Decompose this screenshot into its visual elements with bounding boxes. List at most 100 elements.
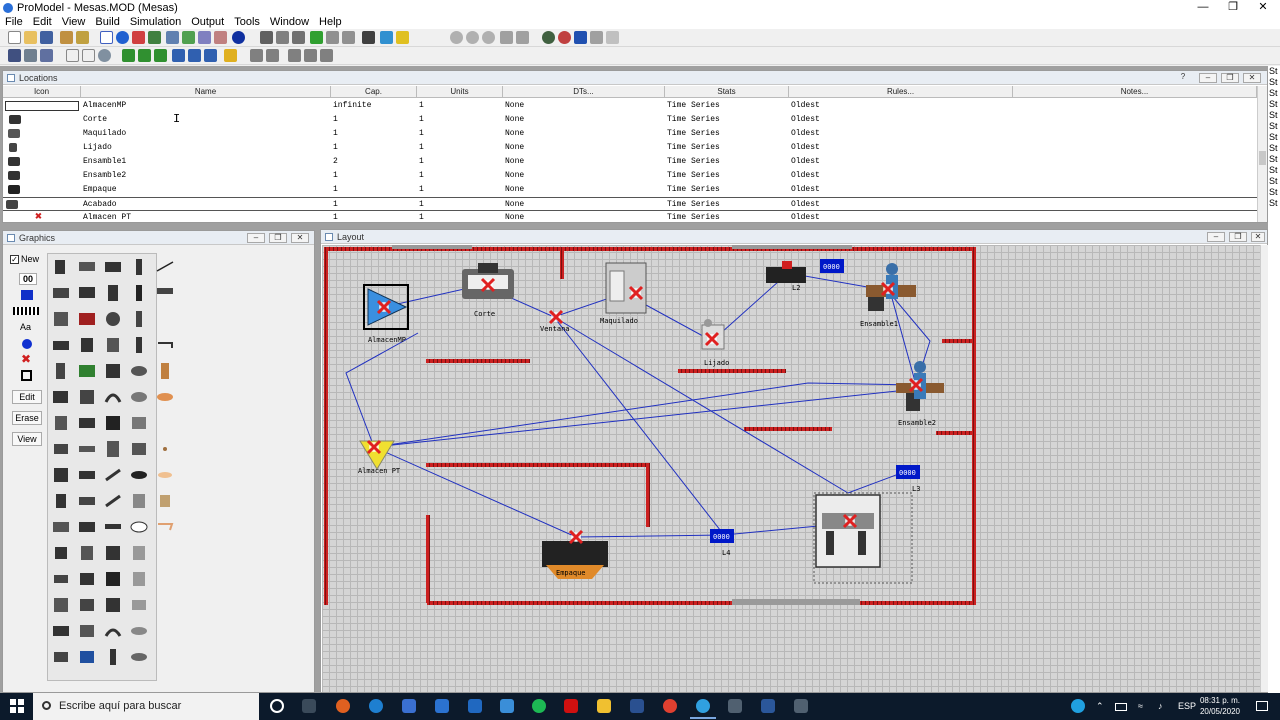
layout-minimize-button[interactable]: – xyxy=(1207,232,1225,242)
volume-icon[interactable]: ♪ xyxy=(1158,701,1163,711)
col-icon[interactable]: Icon xyxy=(3,86,81,98)
cell-name[interactable]: Ensamble1 xyxy=(83,155,126,169)
cell-stats[interactable]: Time Series xyxy=(667,198,720,212)
layout-scrollbar[interactable] xyxy=(1260,245,1268,692)
cell-rules[interactable]: Oldest xyxy=(791,198,820,212)
battery-icon[interactable] xyxy=(1115,703,1127,711)
cell-stats[interactable]: Time Series xyxy=(667,211,720,222)
col-notes[interactable]: Notes... xyxy=(1013,86,1257,98)
stop-icon[interactable] xyxy=(342,31,355,44)
table-row[interactable]: Empaque 1 1 None Time Series Oldest xyxy=(3,183,1257,197)
ventana-entity-spot[interactable] xyxy=(548,309,564,325)
cell-units[interactable]: 1 xyxy=(419,155,424,169)
cell-units[interactable]: 1 xyxy=(419,169,424,183)
table-row[interactable]: Ensamble2 1 1 None Time Series Oldest xyxy=(3,169,1257,183)
table-row[interactable]: Lijado 1 1 None Time Series Oldest xyxy=(3,141,1257,155)
cell-dts[interactable]: None xyxy=(505,127,524,141)
word-icon[interactable] xyxy=(761,699,775,713)
merge-icon[interactable] xyxy=(60,31,73,44)
door-gap-top[interactable] xyxy=(392,245,472,249)
close-button[interactable]: ✕ xyxy=(1248,0,1278,15)
cell-stats[interactable]: Time Series xyxy=(667,127,720,141)
notification-center-icon[interactable] xyxy=(1256,701,1268,711)
wall-partition[interactable] xyxy=(744,427,832,431)
row-icon-cell[interactable] xyxy=(5,101,79,111)
run-icon[interactable] xyxy=(310,31,323,44)
cell-stats[interactable]: Time Series xyxy=(667,113,720,127)
cell-units[interactable]: 1 xyxy=(419,211,424,222)
col-cap[interactable]: Cap. xyxy=(331,86,417,98)
path-networks-icon[interactable] xyxy=(132,31,145,44)
taskbar-search-box[interactable]: Escribe aquí para buscar xyxy=(33,693,259,720)
menu-view[interactable]: View xyxy=(57,15,91,29)
locations-restore-button[interactable]: ❐ xyxy=(1221,73,1239,83)
cell-cap[interactable]: 1 xyxy=(333,113,338,127)
mail-icon[interactable] xyxy=(500,699,514,713)
layout-canvas[interactable]: AlmacenMP Corte Ventana Maquilado Lijado… xyxy=(322,245,1260,692)
cell-rules[interactable]: Oldest xyxy=(791,183,820,197)
edge-icon[interactable] xyxy=(369,699,383,713)
store-icon[interactable] xyxy=(402,699,416,713)
view-icon[interactable] xyxy=(66,49,79,62)
wifi-icon[interactable]: ≈ xyxy=(1138,701,1143,711)
text-tool-icon[interactable]: Aa xyxy=(20,322,31,332)
attributes-icon[interactable] xyxy=(198,31,211,44)
cell-dts[interactable]: None xyxy=(505,211,524,222)
wall-bottom[interactable] xyxy=(427,601,976,605)
view-button[interactable]: View xyxy=(12,432,42,446)
cell-name[interactable]: Maquilado xyxy=(83,127,126,141)
resources-icon[interactable] xyxy=(148,31,161,44)
cell-dts[interactable]: None xyxy=(505,169,524,183)
path-segment[interactable] xyxy=(373,446,851,538)
printer-icon[interactable] xyxy=(606,31,619,44)
system-clock[interactable]: 08:31 p. m. 20/05/2020 xyxy=(1194,695,1246,717)
l2-counter[interactable]: 0000 xyxy=(820,259,844,273)
bring-front-icon[interactable] xyxy=(288,49,301,62)
menu-simulation[interactable]: Simulation xyxy=(125,15,186,29)
cell-name[interactable]: Lijado xyxy=(83,141,112,155)
stat-fit-taskbar-icon[interactable] xyxy=(728,699,742,713)
minimize-button[interactable]: — xyxy=(1188,0,1218,15)
col-stats[interactable]: Stats xyxy=(665,86,789,98)
align-center-icon[interactable] xyxy=(138,49,151,62)
trace-icon[interactable] xyxy=(558,31,571,44)
graphics-restore-button[interactable]: ❐ xyxy=(269,233,287,243)
group-icon[interactable] xyxy=(250,49,263,62)
wall-partition[interactable] xyxy=(426,463,650,467)
region-tool-icon[interactable] xyxy=(21,370,32,381)
cell-name[interactable]: Empaque xyxy=(83,183,117,197)
cell-units[interactable]: 1 xyxy=(419,198,424,212)
col-units[interactable]: Units xyxy=(417,86,503,98)
lock-icon[interactable] xyxy=(224,49,237,62)
graphics-close-button[interactable]: ✕ xyxy=(291,233,309,243)
layout-close-button[interactable]: ✕ xyxy=(1251,232,1265,242)
stat-fit-icon[interactable] xyxy=(396,31,409,44)
grid-icon[interactable] xyxy=(8,49,21,62)
cell-cap[interactable]: infinite xyxy=(333,99,371,113)
model-package-icon[interactable] xyxy=(76,31,89,44)
layout-settings-icon[interactable] xyxy=(40,49,53,62)
door-gap[interactable] xyxy=(732,599,860,605)
layout-title-bar[interactable]: Layout – ❐ ✕ xyxy=(321,230,1267,244)
cell-dts[interactable]: None xyxy=(505,198,524,212)
dropbox-icon[interactable] xyxy=(435,699,449,713)
menu-file[interactable]: File xyxy=(0,15,28,29)
table-row[interactable]: Corte 1 1 None Time Series Oldest I xyxy=(3,113,1257,127)
locations-title-bar[interactable]: Locations ? – ❐ ✕ xyxy=(3,71,1267,85)
locations-minimize-button[interactable]: – xyxy=(1199,73,1217,83)
wall-partition[interactable] xyxy=(936,431,974,435)
almacen-pt-location[interactable] xyxy=(359,439,395,470)
firefox-icon[interactable] xyxy=(336,699,350,713)
entity-spot-icon[interactable]: ✖ xyxy=(21,353,33,365)
general-info-icon[interactable] xyxy=(232,31,245,44)
col-dts[interactable]: DTs... xyxy=(503,86,665,98)
graphics-title-bar[interactable]: Graphics – ❐ ✕ xyxy=(3,231,314,245)
door-gap-top-right[interactable] xyxy=(732,245,852,249)
cell-rules[interactable]: Oldest xyxy=(791,99,820,113)
file-explorer-icon[interactable] xyxy=(597,699,611,713)
save-icon[interactable] xyxy=(40,31,53,44)
cell-units[interactable]: 1 xyxy=(419,127,424,141)
cell-dts[interactable]: None xyxy=(505,155,524,169)
l2-location[interactable] xyxy=(766,261,806,283)
table-row[interactable]: AlmacenMP infinite 1 None Time Series Ol… xyxy=(3,99,1257,113)
